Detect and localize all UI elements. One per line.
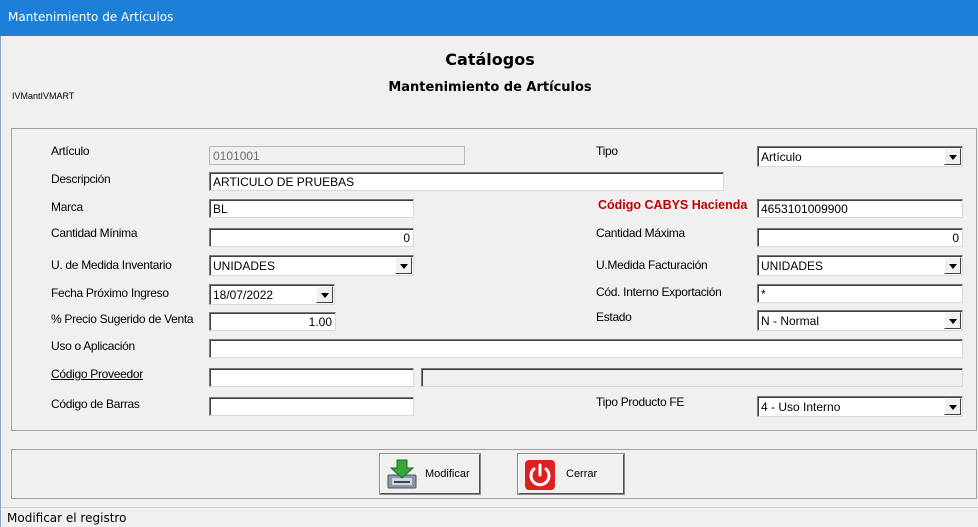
cantidad-maxima-label: Cantidad Máxima	[596, 226, 685, 240]
cantidad-minima-field[interactable]: 0	[209, 228, 414, 247]
codigo-barras-field[interactable]	[209, 397, 414, 416]
article-form-panel: Artículo 0101001 Tipo Artículo Descripci…	[11, 128, 977, 431]
marca-field[interactable]: BL	[209, 199, 414, 218]
action-bar: Modificar Cerrar	[11, 449, 977, 499]
um-inventario-label: U. de Medida Inventario	[51, 258, 172, 272]
estado-value: N - Normal	[761, 314, 820, 328]
fecha-ingreso-label: Fecha Próximo Ingreso	[51, 286, 169, 300]
fecha-ingreso-picker[interactable]: 18/07/2022	[209, 284, 335, 305]
tipo-select[interactable]: Artículo	[757, 146, 963, 167]
articulo-field[interactable]: 0101001	[209, 146, 465, 165]
precio-sugerido-label: % Precio Sugerido de Venta	[51, 312, 194, 326]
cantidad-minima-label: Cantidad Mínima	[51, 226, 138, 240]
estado-label: Estado	[596, 310, 632, 324]
chevron-down-icon[interactable]	[944, 312, 961, 329]
fecha-ingreso-value: 18/07/2022	[213, 288, 274, 302]
header: Catálogos Mantenimiento de Artículos IVM…	[1, 36, 978, 124]
cod-exportacion-field[interactable]: *	[757, 284, 963, 303]
form-code: IVMantIVMART	[12, 91, 75, 101]
um-facturacion-value: UNIDADES	[761, 259, 824, 273]
power-icon	[525, 460, 555, 490]
codigo-proveedor-field[interactable]	[209, 368, 414, 387]
cantidad-maxima-field[interactable]: 0	[757, 228, 963, 247]
tipo-producto-value: 4 - Uso Interno	[761, 400, 841, 414]
cod-exportacion-label: Cód. Interno Exportación	[596, 285, 722, 299]
cerrar-button[interactable]: Cerrar	[517, 453, 625, 495]
tipo-value: Artículo	[761, 150, 802, 164]
chevron-down-icon[interactable]	[395, 257, 412, 274]
modificar-button[interactable]: Modificar	[379, 453, 481, 495]
marca-label: Marca	[51, 200, 83, 214]
modificar-label: Modificar	[425, 468, 470, 480]
window-titlebar: Mantenimiento de Artículos	[0, 0, 978, 36]
cabys-label: Código CABYS Hacienda	[598, 198, 748, 212]
um-facturacion-select[interactable]: UNIDADES	[757, 255, 963, 276]
articulo-label: Artículo	[51, 144, 90, 158]
status-text: Modificar el registro	[7, 511, 127, 525]
uso-field[interactable]	[209, 339, 963, 358]
page-title: Catálogos	[445, 50, 535, 69]
um-inventario-value: UNIDADES	[213, 259, 276, 273]
descripcion-field[interactable]: ARTICULO DE PRUEBAS	[209, 172, 724, 191]
page-subtitle: Mantenimiento de Artículos	[388, 80, 592, 95]
chevron-down-icon[interactable]	[944, 257, 961, 274]
estado-select[interactable]: N - Normal	[757, 310, 963, 331]
um-inventario-select[interactable]: UNIDADES	[209, 255, 414, 276]
tipo-label: Tipo	[596, 144, 618, 158]
save-disk-icon	[387, 459, 417, 489]
chevron-down-icon[interactable]	[316, 286, 333, 303]
window-title: Mantenimiento de Artículos	[8, 10, 174, 24]
tipo-producto-select[interactable]: 4 - Uso Interno	[757, 396, 963, 417]
tipo-producto-label: Tipo Producto FE	[596, 395, 685, 409]
cabys-field[interactable]: 4653101009900	[757, 199, 963, 218]
proveedor-name-field	[421, 368, 963, 387]
main-window: Catálogos Mantenimiento de Artículos IVM…	[0, 36, 978, 527]
chevron-down-icon[interactable]	[944, 148, 961, 165]
um-facturacion-label: U.Medida Facturación	[596, 258, 708, 272]
chevron-down-icon[interactable]	[944, 398, 961, 415]
codigo-proveedor-link[interactable]: Código Proveedor	[51, 367, 143, 381]
precio-sugerido-field[interactable]: 1.00	[209, 312, 336, 331]
codigo-barras-label: Código de Barras	[51, 397, 140, 411]
status-bar: Modificar el registro	[1, 507, 978, 527]
cerrar-label: Cerrar	[566, 468, 598, 480]
descripcion-label: Descripción	[51, 172, 111, 186]
uso-label: Uso o Aplicación	[51, 339, 135, 353]
